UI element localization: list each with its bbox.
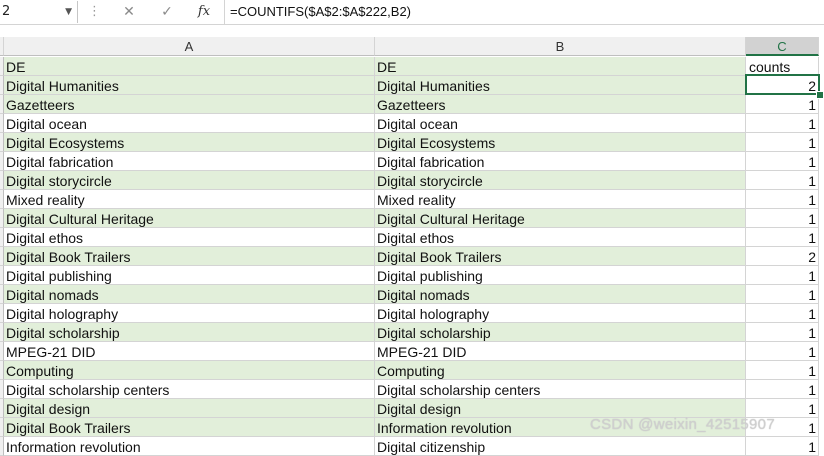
cell-a[interactable]: Digital ethos (4, 228, 375, 247)
cell-b[interactable]: Computing (375, 361, 746, 380)
cell-c[interactable]: 1 (746, 285, 819, 304)
cell-a[interactable]: Digital nomads (4, 285, 375, 304)
table-row: Digital Cultural Heritage Digital Cultura… (0, 209, 824, 228)
chevron-down-icon[interactable]: ▼ (65, 1, 72, 23)
cell-a[interactable]: Digital fabrication (4, 152, 375, 171)
table-row: Digital fabrication Digital fabrication 1 (0, 152, 824, 171)
table-row: MPEG-21 DID MPEG-21 DID 1 (0, 342, 824, 361)
table-row: Digital scholarship Digital scholarship 1 (0, 323, 824, 342)
cell-c[interactable]: 1 (746, 342, 819, 361)
cell-b[interactable]: Mixed reality (375, 190, 746, 209)
table-row: Computing Computing 1 (0, 361, 824, 380)
cell-a[interactable]: Digital storycircle (4, 171, 375, 190)
formula-bar: 2 ▼ ⋮ ✕ ✓ fx =COUNTIFS($A$2:$A$222,B2) (0, 0, 824, 25)
column-header-b[interactable]: B (375, 37, 746, 56)
cell-a[interactable]: Computing (4, 361, 375, 380)
cell-b[interactable]: Digital ethos (375, 228, 746, 247)
cell-b[interactable]: MPEG-21 DID (375, 342, 746, 361)
cell-a[interactable]: Digital publishing (4, 266, 375, 285)
ribbon-gap (0, 25, 824, 37)
drag-handle-icon[interactable]: ⋮ (88, 3, 101, 21)
cell-a[interactable]: Digital Cultural Heritage (4, 209, 375, 228)
cell-a[interactable]: Digital Book Trailers (4, 418, 375, 437)
table-row: Digital Humanities Digital Humanities 2 (0, 76, 824, 95)
cell-c[interactable]: 1 (746, 266, 819, 285)
table-row: Digital Book Trailers Digital Book Traile… (0, 247, 824, 266)
table-row: Digital storycircle Digital storycircle 1 (0, 171, 824, 190)
cell-c[interactable]: 1 (746, 304, 819, 323)
column-header-c[interactable]: C (746, 37, 819, 56)
cell-b[interactable]: Digital holography (375, 304, 746, 323)
cell-a[interactable]: Digital scholarship (4, 323, 375, 342)
cell-c[interactable]: 2 (746, 247, 819, 266)
cell-c[interactable]: 1 (746, 152, 819, 171)
column-header-a[interactable]: A (4, 37, 375, 56)
table-row: Digital holography Digital holography 1 (0, 304, 824, 323)
cell-b[interactable]: Digital scholarship (375, 323, 746, 342)
cell-a[interactable]: Digital scholarship centers (4, 380, 375, 399)
cell-a[interactable]: Mixed reality (4, 190, 375, 209)
enter-check-icon[interactable]: ✓ (155, 2, 179, 22)
cell-b[interactable]: Digital Ecosystems (375, 133, 746, 152)
table-row: Gazetteers Gazetteers 1 (0, 95, 824, 114)
cell-b[interactable]: Digital citizenship (375, 437, 746, 456)
cell-b[interactable]: Gazetteers (375, 95, 746, 114)
table-row: Digital publishing Digital publishing 1 (0, 266, 824, 285)
cancel-x-icon[interactable]: ✕ (117, 2, 141, 22)
cell-a[interactable]: Gazetteers (4, 95, 375, 114)
cell-c[interactable]: 1 (746, 209, 819, 228)
cell-b[interactable]: Digital storycircle (375, 171, 746, 190)
watermark: CSDN @weixin_42515907 (590, 416, 775, 433)
fill-handle[interactable] (816, 91, 824, 99)
table-row: DE DE counts (0, 57, 824, 76)
cell-a[interactable]: Digital design (4, 399, 375, 418)
formula-divider (224, 0, 225, 24)
cell-b[interactable]: Digital Book Trailers (375, 247, 746, 266)
cell-a[interactable]: DE (4, 57, 375, 76)
cell-a[interactable]: Digital Humanities (4, 76, 375, 95)
table-row: Digital Ecosystems Digital Ecosystems 1 (0, 133, 824, 152)
cell-a[interactable]: Digital holography (4, 304, 375, 323)
name-box[interactable]: 2 ▼ (0, 1, 78, 23)
cell-c[interactable]: 1 (746, 437, 819, 456)
cell-c[interactable]: 1 (746, 190, 819, 209)
cell-b[interactable]: DE (375, 57, 746, 76)
cell-b[interactable]: Digital publishing (375, 266, 746, 285)
cell-b[interactable]: Digital scholarship centers (375, 380, 746, 399)
table-row: Digital nomads Digital nomads 1 (0, 285, 824, 304)
cell-a[interactable]: Digital ocean (4, 114, 375, 133)
table-row: Digital scholarship centers Digital schol… (0, 380, 824, 399)
cell-b[interactable]: Digital Cultural Heritage (375, 209, 746, 228)
cell-c[interactable]: 1 (746, 133, 819, 152)
cell-c[interactable]: 1 (746, 171, 819, 190)
cell-a[interactable]: Information revolution (4, 437, 375, 456)
cell-b[interactable]: Digital ocean (375, 114, 746, 133)
table-row: Digital ethos Digital ethos 1 (0, 228, 824, 247)
cell-c[interactable]: counts (746, 57, 819, 76)
name-box-value: 2 (2, 4, 11, 19)
table-row: Mixed reality Mixed reality 1 (0, 190, 824, 209)
cell-c[interactable]: 1 (746, 228, 819, 247)
cell-c[interactable]: 1 (746, 323, 819, 342)
cell-b[interactable]: Digital fabrication (375, 152, 746, 171)
cell-b[interactable]: Digital nomads (375, 285, 746, 304)
cell-a[interactable]: Digital Ecosystems (4, 133, 375, 152)
cell-a[interactable]: Digital Book Trailers (4, 247, 375, 266)
cell-c[interactable]: 2 (746, 76, 819, 95)
cell-c[interactable]: 1 (746, 361, 819, 380)
table-row: Information revolution Digital citizenshi… (0, 437, 824, 456)
cell-c[interactable]: 1 (746, 380, 819, 399)
insert-function-icon[interactable]: fx (192, 2, 216, 22)
formula-input[interactable]: =COUNTIFS($A$2:$A$222,B2) (230, 0, 411, 24)
cell-a[interactable]: MPEG-21 DID (4, 342, 375, 361)
cell-c[interactable]: 1 (746, 114, 819, 133)
cell-b[interactable]: Digital Humanities (375, 76, 746, 95)
cell-c[interactable]: 1 (746, 95, 819, 114)
table-row: Digital ocean Digital ocean 1 (0, 114, 824, 133)
